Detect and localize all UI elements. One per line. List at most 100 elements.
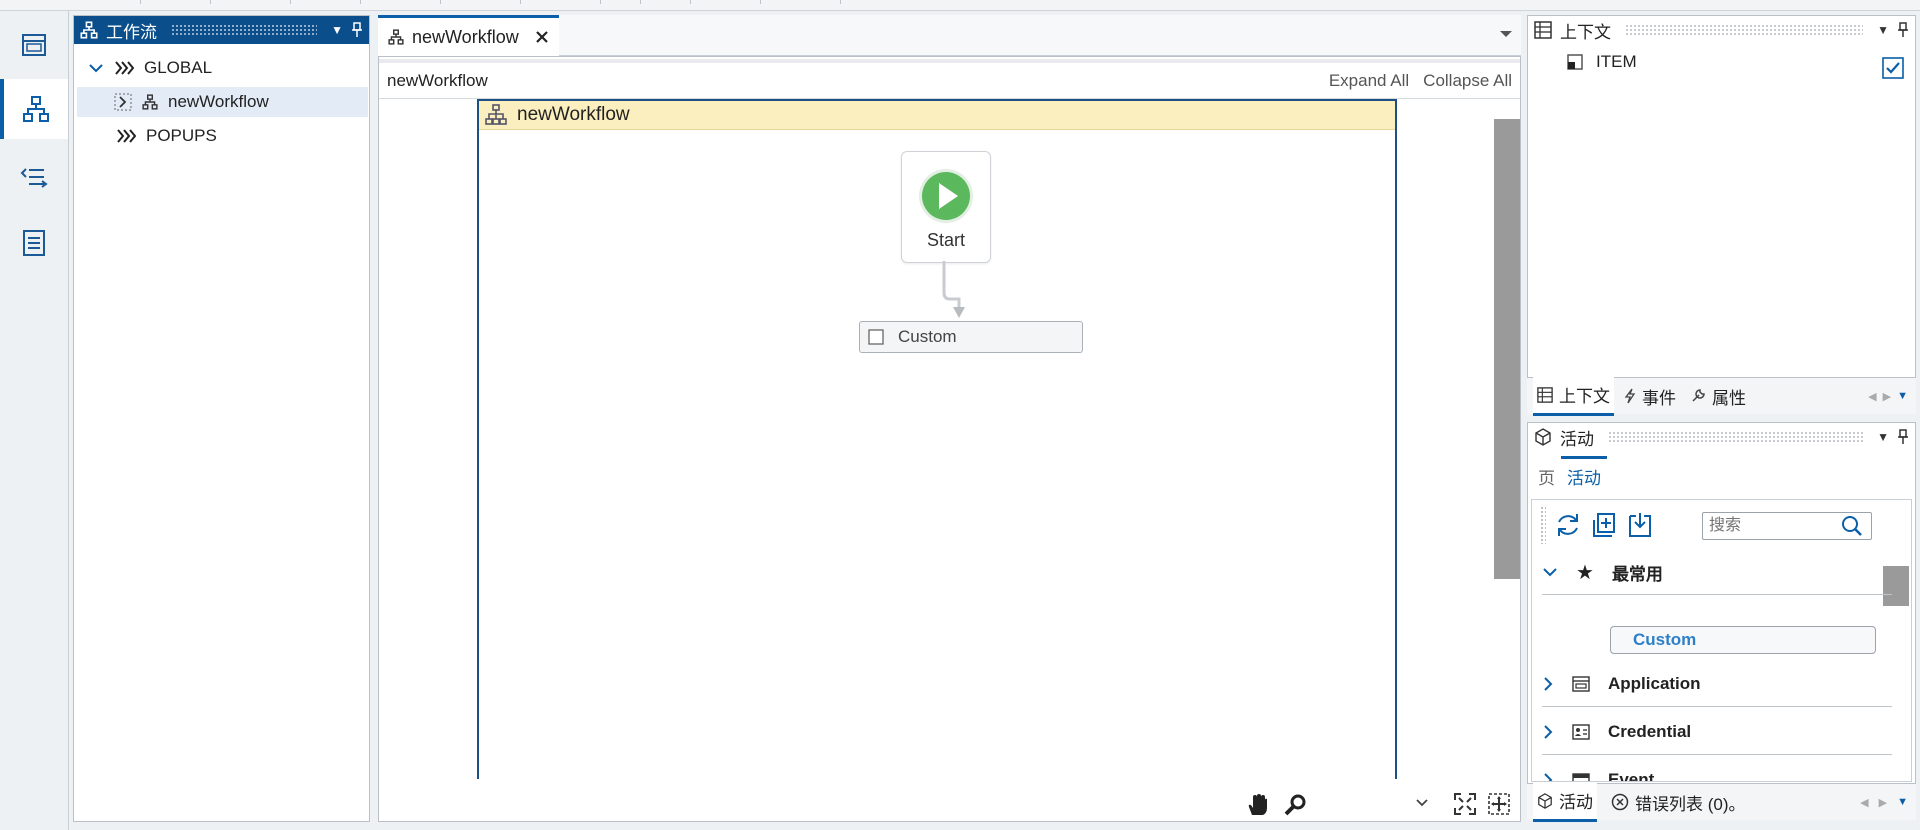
activity-list-container: ★ 最常用 Custom Application Credential Even…: [1531, 499, 1912, 782]
context-item-label: ITEM: [1596, 52, 1637, 71]
category-credential[interactable]: Credential: [1542, 710, 1892, 755]
pin-icon[interactable]: [1897, 429, 1909, 445]
tab-context[interactable]: 上下文: [1533, 376, 1614, 416]
tab-label: 上下文: [1559, 387, 1610, 406]
activity-subtabs: 页 活动: [1532, 456, 1607, 493]
tab-label: newWorkflow: [412, 26, 519, 47]
tree-item-newworkflow[interactable]: newWorkflow: [77, 87, 368, 117]
cube-icon: [1537, 792, 1553, 809]
close-icon[interactable]: [535, 30, 549, 44]
custom-activity-node[interactable]: Custom: [859, 321, 1083, 353]
chevron-right-icon[interactable]: [1542, 772, 1554, 781]
lightning-icon: [1624, 388, 1636, 404]
workflow-frame[interactable]: newWorkflow Start Custom: [477, 99, 1397, 779]
cube-icon: [1534, 428, 1552, 446]
connector-arrow: [942, 261, 965, 318]
tab-newworkflow[interactable]: newWorkflow: [378, 15, 559, 56]
pin-icon[interactable]: [1897, 22, 1909, 38]
list-outline-icon[interactable]: [0, 147, 68, 207]
workflow-icon[interactable]: [0, 79, 68, 139]
right-tab-strip: 上下文 事件 属性 ◀ ▶ ▼: [1527, 376, 1916, 416]
zoom-dropdown-icon[interactable]: [1415, 797, 1429, 809]
zoom-tool-icon[interactable]: [1283, 793, 1307, 817]
workflow-canvas-panel: newWorkflow Expand All Collapse All newW…: [378, 56, 1521, 822]
context-item[interactable]: ITEM: [1566, 52, 1637, 72]
start-label: Start: [926, 230, 965, 250]
tab-activities[interactable]: 活动: [1533, 782, 1597, 822]
double-chevron-icon: [114, 61, 134, 75]
canvas-title: newWorkflow: [387, 70, 488, 90]
category-event[interactable]: Event: [1542, 758, 1892, 781]
chevron-down-icon[interactable]: [1542, 566, 1558, 578]
subtab-activities[interactable]: 活动: [1561, 456, 1607, 493]
expand-all-link[interactable]: Expand All: [1329, 71, 1409, 91]
activity-panel-titlebar: 活动 ▼: [1528, 423, 1915, 451]
pin-icon[interactable]: [351, 22, 363, 38]
activity-search-box[interactable]: [1702, 512, 1872, 540]
chevron-right-icon[interactable]: [1542, 724, 1554, 740]
panel-grip[interactable]: [171, 24, 318, 36]
category-label: 最常用: [1611, 564, 1663, 584]
scroll-left-icon[interactable]: ◀: [1860, 796, 1868, 809]
refresh-icon[interactable]: [1554, 511, 1584, 541]
error-circle-icon: [1611, 793, 1629, 811]
dashed-chevron-icon: [114, 93, 132, 111]
double-chevron-icon: [116, 129, 136, 143]
dropdown-arrow-icon[interactable]: ▼: [1877, 430, 1889, 444]
panel-grip[interactable]: [1608, 431, 1864, 443]
item-checkbox[interactable]: [1882, 57, 1904, 79]
panel-grip[interactable]: [1625, 24, 1864, 36]
editor-tab-strip: newWorkflow: [378, 15, 1521, 56]
top-strip: [0, 0, 1920, 11]
activity-search-input[interactable]: [1707, 516, 1841, 536]
application-icon: [1572, 675, 1590, 693]
activity-panel-title: 活动: [1560, 429, 1594, 449]
import-activity-icon[interactable]: [1626, 511, 1656, 541]
subtab-page[interactable]: 页: [1532, 459, 1561, 493]
pages-icon[interactable]: [0, 15, 68, 75]
tab-label: 属性: [1712, 388, 1746, 408]
fit-to-screen-icon[interactable]: [1453, 792, 1477, 816]
tab-menu-icon[interactable]: ▼: [1897, 390, 1908, 402]
checkbox-icon[interactable]: [868, 329, 884, 345]
document-list-icon[interactable]: [0, 213, 68, 273]
tab-properties[interactable]: 属性: [1686, 378, 1750, 414]
collapse-all-link[interactable]: Collapse All: [1423, 71, 1512, 91]
tab-label: 事件: [1642, 388, 1676, 408]
bottom-tab-strip: 活动 错误列表 (0)。 ◀ ▶ ▼: [1527, 782, 1916, 822]
wrench-icon: [1690, 388, 1706, 404]
tab-label: 错误列表 (0)。: [1635, 794, 1746, 814]
dropdown-arrow-icon[interactable]: ▼: [331, 23, 343, 37]
workflow-icon: [80, 21, 98, 39]
context-icon: [1534, 21, 1552, 39]
scroll-right-icon[interactable]: ▶: [1883, 390, 1891, 403]
category-application[interactable]: Application: [1542, 662, 1892, 707]
workflow-icon: [142, 94, 158, 110]
activity-bar: [0, 11, 69, 830]
tab-list-dropdown-icon[interactable]: [1499, 29, 1513, 39]
canvas-vertical-scrollbar[interactable]: [1494, 119, 1520, 579]
tab-events[interactable]: 事件: [1620, 378, 1680, 414]
tab-label: 活动: [1559, 793, 1593, 812]
scroll-right-icon[interactable]: ▶: [1879, 796, 1887, 809]
activity-custom[interactable]: Custom: [1610, 626, 1876, 654]
dropdown-arrow-icon[interactable]: ▼: [1877, 23, 1889, 37]
star-icon: ★: [1576, 561, 1594, 584]
workflow-panel: 工作流 ▼ GLOBAL newWorkflow POPUPS: [73, 15, 370, 822]
category-most-used[interactable]: ★ 最常用: [1542, 550, 1892, 595]
tree-item-global[interactable]: GLOBAL: [88, 53, 212, 83]
search-icon[interactable]: [1841, 515, 1863, 537]
reset-view-icon[interactable]: [1487, 792, 1511, 816]
tree-item-popups[interactable]: POPUPS: [116, 121, 217, 151]
tab-error-list[interactable]: 错误列表 (0)。: [1607, 784, 1750, 820]
category-label: Credential: [1608, 722, 1692, 741]
hand-tool-icon[interactable]: [1245, 793, 1269, 817]
chevron-right-icon[interactable]: [1542, 676, 1554, 692]
scroll-left-icon[interactable]: ◀: [1868, 390, 1876, 403]
tab-menu-icon[interactable]: ▼: [1897, 796, 1908, 808]
add-activity-icon[interactable]: [1590, 511, 1620, 541]
chevron-down-icon[interactable]: [88, 62, 104, 74]
start-node[interactable]: Start: [901, 151, 991, 263]
workflow-frame-title: newWorkflow: [517, 104, 630, 125]
workflow-panel-title: 工作流: [106, 22, 157, 42]
